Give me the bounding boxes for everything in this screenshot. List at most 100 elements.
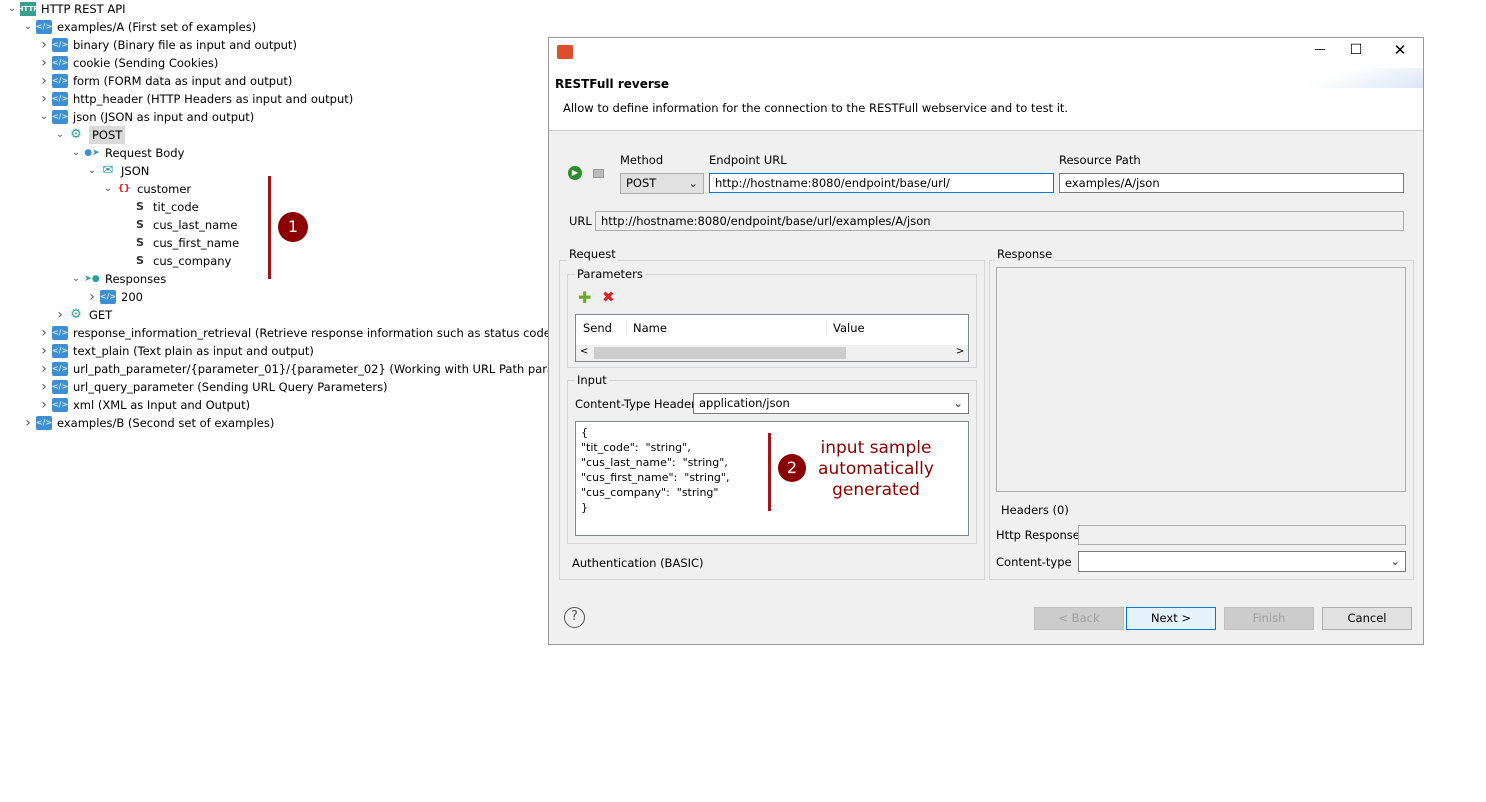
chevron-down-icon[interactable]: ⌄ (52, 126, 68, 144)
chevron-right-icon[interactable]: › (36, 342, 52, 360)
endpoint-url-input[interactable]: http://hostname:8080/endpoint/base/url/ (709, 173, 1054, 193)
stop-icon[interactable] (593, 169, 604, 178)
next-button[interactable]: Next > (1126, 607, 1216, 630)
tree-item[interactable]: Stit_code (116, 198, 199, 216)
content-type-select[interactable]: ⌄ (1078, 551, 1406, 572)
chevron-down-icon[interactable]: ⌄ (36, 108, 52, 126)
resource-icon: </> (52, 110, 68, 124)
chevron-right-icon[interactable]: › (52, 306, 68, 324)
resource-icon: </> (36, 416, 52, 430)
input-body-line: } (581, 501, 588, 514)
chevron-right-icon[interactable]: › (36, 72, 52, 90)
input-label: Input (575, 373, 609, 387)
column-header[interactable]: Send (583, 321, 612, 335)
tree-item[interactable]: › </> text_plain (Text plain as input and … (36, 342, 314, 360)
tree-item[interactable]: › </> url_path_parameter/{parameter_01}/{p… (36, 360, 599, 378)
tree-item[interactable]: Scus_last_name (116, 216, 237, 234)
chevron-right-icon[interactable]: › (36, 378, 52, 396)
chevron-right-icon[interactable]: › (84, 288, 100, 306)
chevron-right-icon[interactable]: › (36, 324, 52, 342)
remove-parameter-icon[interactable]: ✖ (602, 288, 615, 306)
tree-item-label: HTTP REST API (41, 2, 126, 16)
resource-icon: </> (52, 362, 68, 376)
tree-item[interactable]: ⌄ HTTP HTTP REST API (4, 0, 126, 18)
tree-item-label: json (JSON as input and output) (73, 110, 255, 124)
restfull-reverse-dialog: — ☐ ✕ RESTFull reverse Allow to define i… (548, 37, 1424, 645)
chevron-right-icon[interactable]: › (36, 396, 52, 414)
chevron-right-icon[interactable]: › (20, 414, 36, 432)
column-header[interactable]: Value (826, 321, 865, 335)
tree-item-label: text_plain (Text plain as input and outp… (73, 344, 314, 358)
request-body-icon: ●➤ (84, 148, 100, 158)
tree-item[interactable]: › </> url_query_parameter (Sending URL Que… (36, 378, 387, 396)
tree-item-label: 200 (121, 290, 143, 304)
column-header[interactable]: Name (626, 321, 667, 335)
tree-item-label: cookie (Sending Cookies) (73, 56, 219, 70)
horizontal-scrollbar[interactable]: < > (576, 345, 968, 361)
tree-item[interactable]: ⌄ </> examples/A (First set of examples) (20, 18, 256, 36)
tree-item-label: binary (Binary file as input and output) (73, 38, 297, 52)
annotation-bar-1 (268, 176, 271, 279)
tree-item[interactable]: › </> binary (Binary file as input and out… (36, 36, 297, 54)
tree-item[interactable]: Scus_first_name (116, 234, 239, 252)
annotation-badge-2: 2 (778, 454, 806, 482)
resource-path-input[interactable]: examples/A/json (1059, 173, 1404, 193)
parameters-table: Send Name Value < > (575, 314, 969, 362)
chevron-right-icon[interactable]: › (36, 90, 52, 108)
authentication-toggle[interactable]: Authentication (BASIC) (572, 556, 704, 570)
resource-icon: </> (52, 92, 68, 106)
method-label: Method (620, 153, 664, 167)
close-button[interactable]: ✕ (1385, 41, 1415, 59)
tree-item[interactable]: Scus_company (116, 252, 231, 270)
content-type-header-value: application/json (699, 396, 790, 410)
string-field-icon: S (136, 254, 144, 267)
chevron-down-icon[interactable]: ⌄ (100, 180, 116, 198)
cancel-button[interactable]: Cancel (1322, 607, 1412, 630)
resource-icon: </> (52, 38, 68, 52)
dialog-title: RESTFull reverse (555, 77, 670, 91)
app-icon (557, 45, 573, 59)
tree-item[interactable]: › ⚙ GET (52, 306, 112, 324)
braces-icon: {} (117, 184, 131, 194)
back-button[interactable]: < Back (1034, 607, 1124, 630)
minimize-button[interactable]: — (1305, 42, 1335, 56)
tree-item[interactable]: › </> response_information_retrieval (Retr… (36, 324, 555, 342)
tree-item[interactable]: › </> form (FORM data as input and output) (36, 72, 292, 90)
chevron-right-icon[interactable]: › (36, 360, 52, 378)
chevron-down-icon[interactable]: ⌄ (68, 144, 84, 162)
tree-item[interactable]: ⌄ </> json (JSON as input and output) (36, 108, 254, 126)
tree-item-label: examples/B (Second set of examples) (57, 416, 275, 430)
tree-item[interactable]: › </> xml (XML as Input and Output) (36, 396, 250, 414)
request-label: Request (567, 247, 618, 261)
maximize-button[interactable]: ☐ (1341, 42, 1371, 58)
tree-item[interactable]: › </> 200 (84, 288, 143, 306)
tree-item[interactable]: › </> examples/B (Second set of examples) (20, 414, 274, 432)
tree-item[interactable]: ⌄ ✉ JSON (84, 162, 150, 180)
tree-item[interactable]: ⌄ ➤● Responses (68, 270, 166, 288)
headers-label[interactable]: Headers (0) (1001, 503, 1069, 517)
tree-item[interactable]: › </> cookie (Sending Cookies) (36, 54, 218, 72)
tree-item[interactable]: ⌄ ●➤ Request Body (68, 144, 185, 162)
finish-button[interactable]: Finish (1224, 607, 1314, 630)
method-select[interactable]: POST ⌄ (620, 173, 704, 194)
response-code-icon: </> (100, 290, 116, 304)
run-icon[interactable]: ▶ (568, 166, 582, 180)
tree-item-label: cus_first_name (153, 236, 240, 250)
chevron-right-icon[interactable]: › (36, 36, 52, 54)
help-icon[interactable]: ? (564, 607, 585, 628)
resource-path-label: Resource Path (1059, 153, 1141, 167)
tree-item[interactable]: › </> http_header (HTTP Headers as input a… (36, 90, 353, 108)
envelope-icon: ✉ (102, 163, 114, 178)
tree-item[interactable]: ⌄{} customer (100, 180, 191, 198)
add-parameter-icon[interactable]: ✚ (578, 288, 591, 307)
tree-item[interactable]: ⌄ ⚙ POST (52, 126, 126, 144)
chevron-down-icon: ⌄ (688, 176, 698, 190)
tree-item-label: response_information_retrieval (Retrieve… (73, 326, 556, 340)
string-field-icon: S (136, 218, 144, 231)
content-type-header-select[interactable]: application/json ⌄ (693, 393, 969, 414)
chevron-right-icon[interactable]: › (36, 54, 52, 72)
chevron-down-icon[interactable]: ⌄ (68, 270, 84, 288)
parameters-label: Parameters (575, 267, 645, 281)
chevron-down-icon[interactable]: ⌄ (20, 18, 36, 36)
chevron-down-icon[interactable]: ⌄ (84, 162, 100, 180)
